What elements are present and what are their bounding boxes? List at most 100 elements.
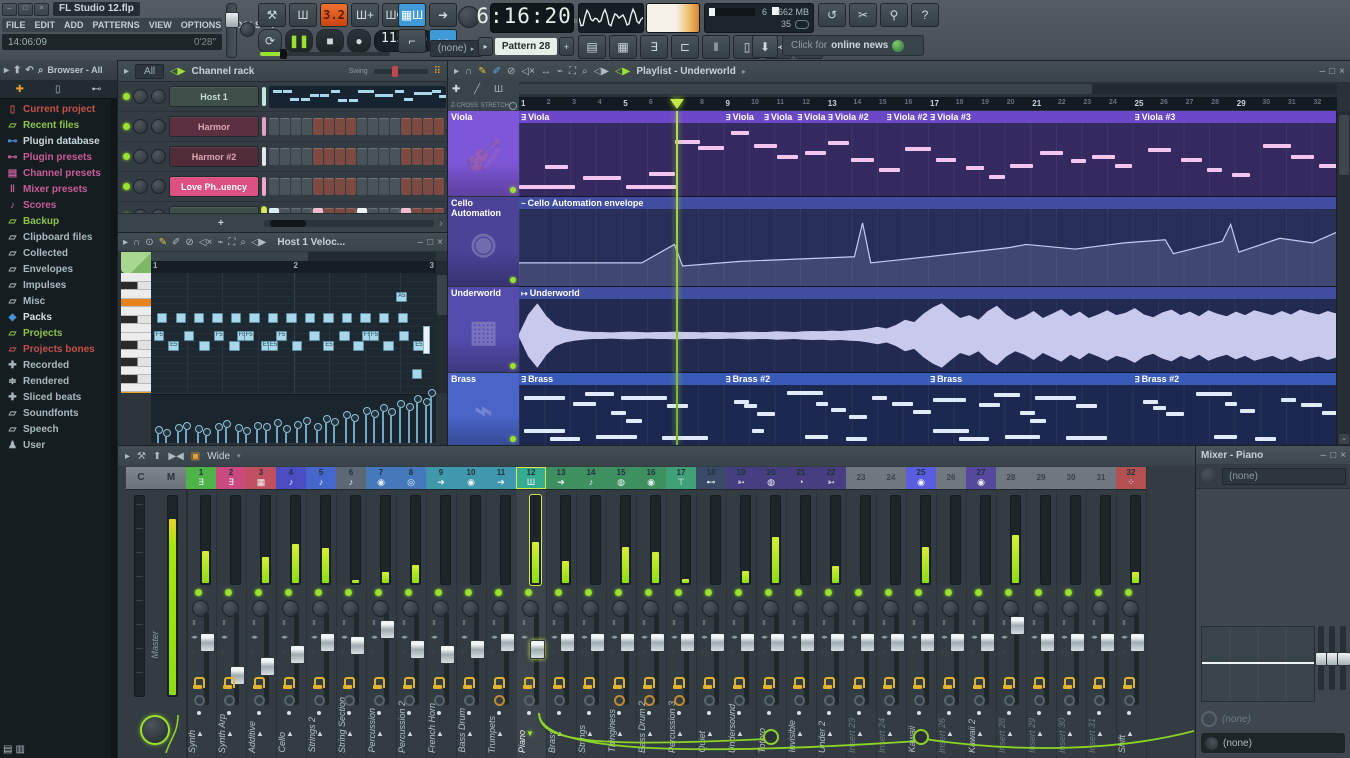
velocity-stem[interactable]	[316, 430, 319, 443]
strip-updown-icon[interactable]: ⇕	[851, 619, 857, 627]
sidebar-item-channel-presets[interactable]: ▤ Channel presets	[0, 165, 117, 181]
pl-slip-icon[interactable]: ↔	[541, 66, 551, 77]
strip-record-ring[interactable]	[944, 695, 955, 706]
pr-note[interactable]: F5	[276, 330, 287, 341]
mixer-strip-cello[interactable]: 4 ♪ Cello ⇕ ◂▸ ● ▲	[276, 467, 307, 758]
channel-preview[interactable]	[269, 85, 446, 108]
strip-phones-icon[interactable]	[283, 677, 295, 689]
strip-enable-led[interactable]	[855, 589, 862, 596]
strip-enable-led[interactable]	[495, 589, 502, 596]
velocity-head[interactable]	[428, 389, 437, 398]
strip-enable-led[interactable]	[405, 589, 412, 596]
channel-name-button[interactable]: Harmor #2	[169, 146, 259, 167]
strip-phones-icon[interactable]	[193, 677, 205, 689]
playlist-ruler[interactable]: 1 2 3 4 5 6 7 8 9 10 11 12 13 14 15 16 17 18 19 20 21 22 23 24 2…	[519, 97, 1337, 110]
strip-fader[interactable]	[830, 613, 845, 705]
strip-width-icon[interactable]: ◂▸	[1061, 633, 1068, 641]
pl-vscroll-thumb[interactable]	[1339, 115, 1349, 175]
strip-record-ring[interactable]	[494, 695, 505, 706]
step-cell[interactable]	[379, 118, 389, 135]
strip-route-arrow[interactable]: ▲	[1006, 729, 1014, 738]
channel-enable-led[interactable]	[123, 93, 130, 100]
strip-updown-icon[interactable]: ⇕	[371, 619, 377, 627]
strip-phones-icon[interactable]	[403, 677, 415, 689]
strip-width-icon[interactable]: ◂▸	[671, 633, 678, 641]
strip-width-icon[interactable]: ◂▸	[371, 633, 378, 641]
track-activity-led[interactable]	[510, 436, 516, 442]
pr-brush-icon[interactable]: ✐	[172, 237, 180, 248]
mixer-toggle-icon[interactable]: ‖	[702, 35, 730, 59]
step-cell[interactable]	[357, 148, 367, 165]
pattern-plus-button[interactable]: +	[559, 37, 574, 56]
strip-route-arrow[interactable]: ▲	[316, 729, 324, 738]
strip-updown-icon[interactable]: ⇕	[191, 619, 197, 627]
strip-enable-led[interactable]	[435, 589, 442, 596]
strip-phones-icon[interactable]	[673, 677, 685, 689]
strip-fader[interactable]	[800, 613, 815, 705]
mixer-strip-piano[interactable]: 12 Ш Piano ⇕ ◂▸ ● ▼	[516, 467, 547, 758]
velocity-stem[interactable]	[245, 435, 248, 443]
strip-sep-knob[interactable]: ●	[911, 649, 915, 656]
step-cell[interactable]	[423, 118, 433, 135]
strip-sep-knob[interactable]: ●	[371, 649, 375, 656]
rack-swing-slider[interactable]	[373, 65, 428, 77]
strip-fader-handle[interactable]	[1010, 616, 1025, 636]
white-key[interactable]	[121, 392, 151, 393]
strip-sep-knob[interactable]: ●	[191, 649, 195, 656]
sidebar-item-impulses[interactable]: ▱ Impulses	[0, 277, 117, 293]
strip-sep-knob[interactable]: ●	[611, 649, 615, 656]
pr-pencil-icon[interactable]: ✎	[159, 237, 167, 248]
channel-volume-knob[interactable]	[151, 149, 166, 164]
velocity-head[interactable]	[243, 427, 252, 436]
piano-roll-toggle-icon[interactable]: ∃	[640, 35, 668, 59]
strip-header[interactable]: 3 ▦	[246, 467, 276, 490]
step-cell[interactable]	[346, 178, 356, 195]
strip-enable-led[interactable]	[195, 589, 202, 596]
shuffle-slider[interactable]	[260, 49, 390, 59]
browser-back-icon[interactable]: ↶	[25, 65, 33, 76]
strip-fader-handle[interactable]	[500, 632, 515, 652]
track-lane-cello-automation[interactable]: ~ Cello Automation envelope	[519, 197, 1337, 287]
strip-phones-icon[interactable]	[463, 677, 475, 689]
shuffle-slider-thumb[interactable]	[280, 49, 287, 59]
pr-note-long[interactable]	[423, 325, 430, 354]
strip-sep-knob[interactable]: ●	[1031, 649, 1035, 656]
strip-width-icon[interactable]: ◂▸	[341, 633, 348, 641]
strip-enable-led[interactable]	[555, 589, 562, 596]
strip-width-icon[interactable]: ◂▸	[551, 633, 558, 641]
strip-record-ring[interactable]	[794, 695, 805, 706]
step-cell[interactable]	[302, 118, 312, 135]
channel-mute-strip[interactable]	[262, 87, 266, 106]
strip-sep-knob[interactable]: ●	[971, 649, 975, 656]
strip-phones-icon[interactable]	[373, 677, 385, 689]
step-cell[interactable]	[335, 178, 345, 195]
sidebar-item-projects-bones[interactable]: ▱ Projects bones	[0, 341, 117, 357]
mixer-strip-under-2[interactable]: 22 ➳ Under 2 ⇕ ◂▸ ● ▲	[816, 467, 847, 758]
strip-route-arrow[interactable]: ▲	[286, 729, 294, 738]
mixer-strip-bass-drum[interactable]: 10 ◉ Bass Drum ⇕ ◂▸ ● ▲	[456, 467, 487, 758]
pl-playback-icon[interactable]: ◁▶	[594, 66, 609, 77]
strip-header[interactable]: 18 ⊷	[696, 467, 726, 490]
strip-record-ring[interactable]	[764, 695, 775, 706]
strip-fader[interactable]	[380, 613, 395, 705]
strip-fader-handle[interactable]	[1040, 632, 1055, 652]
step-cell[interactable]	[357, 208, 367, 213]
mixer-strip-percussion-3[interactable]: 17 ⊤ Percussion 3 ⇕ ◂▸ ● ▲	[666, 467, 697, 758]
strip-fader-handle[interactable]	[710, 632, 725, 652]
rack-detach-icon[interactable]: ⠿	[434, 66, 442, 77]
midi-keyboard-icon[interactable]: ⌐	[398, 29, 426, 53]
channel-pan-knob[interactable]	[133, 89, 148, 104]
sidebar-item-plugin-database[interactable]: ⊷ Plugin database	[0, 133, 117, 149]
strip-header[interactable]: 25 ◉	[906, 467, 936, 490]
play-pause-button[interactable]: ❚❚	[285, 29, 313, 53]
strip-sep-knob[interactable]: ●	[1121, 649, 1125, 656]
step-cell[interactable]	[302, 178, 312, 195]
strip-fader-handle[interactable]	[320, 632, 335, 652]
step-cell[interactable]	[313, 118, 323, 135]
strip-sep-knob[interactable]: ●	[731, 649, 735, 656]
strip-fader[interactable]	[470, 613, 485, 705]
panel-output-knob-icon[interactable]	[1205, 736, 1218, 750]
strip-phones-icon[interactable]	[733, 677, 745, 689]
channel-enable-led[interactable]	[123, 183, 130, 190]
strip-enable-led[interactable]	[1095, 589, 1102, 596]
